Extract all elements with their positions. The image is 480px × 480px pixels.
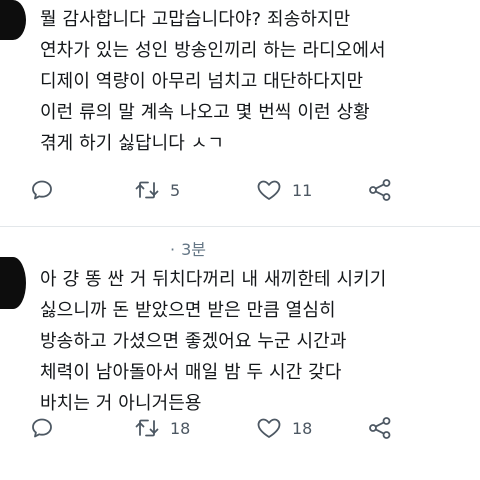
tweet-text-line: 아 걍 똥 싼 거 뒤치다꺼리 내 새끼한테 시키기	[40, 269, 387, 290]
like-icon	[256, 416, 282, 440]
tweet-timestamp[interactable]: · 3분	[170, 236, 206, 260]
tweet-text: 뭘 감사합니다 고맙습니다야? 죄송하지만 연차가 있는 성인 방송인끼리 하는…	[40, 4, 386, 159]
like-icon	[256, 178, 282, 202]
tweet-text-line: 겪게 하기 싫답니다 ㅅㄱ	[40, 133, 225, 154]
like-count: 18	[292, 418, 313, 438]
timestamp-separator: ·	[170, 240, 176, 259]
avatar[interactable]	[0, 257, 26, 309]
share-button[interactable]	[368, 175, 392, 205]
retweet-button[interactable]: 5	[134, 175, 180, 205]
reply-icon	[30, 178, 54, 202]
retweet-button[interactable]: 18	[134, 413, 190, 443]
tweet-text-line: 디제이 역량이 아무리 넘치고 대단하다지만	[40, 71, 364, 92]
tweet-text-line: 연차가 있는 성인 방송인끼리 하는 라디오에서	[40, 40, 386, 61]
tweet-text-line: 뭘 감사합니다 고맙습니다야? 죄송하지만	[40, 9, 351, 30]
reply-button[interactable]	[30, 175, 54, 205]
tweet: 뭘 감사합니다 고맙습니다야? 죄송하지만 연차가 있는 성인 방송인끼리 하는…	[0, 0, 480, 226]
like-button[interactable]: 18	[256, 413, 312, 443]
like-count: 11	[292, 180, 313, 200]
tweet-text-line: 이런 류의 말 계속 나오고 몇 번씩 이런 상황	[40, 102, 370, 123]
retweet-count: 5	[170, 180, 181, 200]
share-button[interactable]	[368, 413, 392, 443]
tweet-text-line: 방송하고 가셨으면 좋겠어요 누군 시간과	[40, 331, 347, 352]
tweet-actions: 18 18	[0, 413, 480, 443]
retweet-icon	[134, 178, 160, 202]
share-icon	[368, 416, 392, 440]
tweet-text-line: 체력이 남아돌아서 매일 밤 두 시간 갖다	[40, 362, 342, 383]
tweet-actions: 5 11	[0, 175, 480, 205]
reply-icon	[30, 416, 54, 440]
retweet-count: 18	[170, 418, 191, 438]
tweet-text-line: 싫으니까 돈 받았으면 받은 만큼 열심히	[40, 300, 336, 321]
avatar[interactable]	[0, 0, 26, 40]
share-icon	[368, 178, 392, 202]
reply-button[interactable]	[30, 413, 54, 443]
timestamp-text: 3분	[181, 240, 206, 259]
tweet-text: 아 걍 똥 싼 거 뒤치다꺼리 내 새끼한테 시키기 싫으니까 돈 받았으면 받…	[40, 264, 386, 419]
tweet: · 3분 아 걍 똥 싼 거 뒤치다꺼리 내 새끼한테 시키기 싫으니까 돈 받았…	[0, 227, 480, 480]
like-button[interactable]: 11	[256, 175, 312, 205]
retweet-icon	[134, 416, 160, 440]
